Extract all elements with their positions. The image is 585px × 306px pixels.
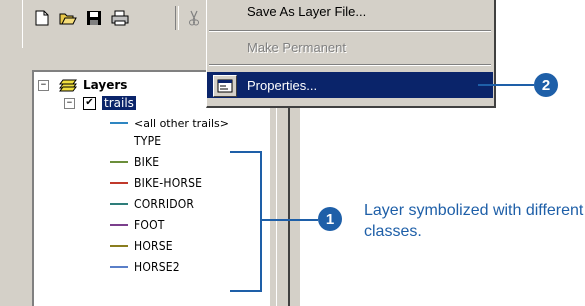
toc-row-class: HORSE [110,237,173,255]
callout-1-bracket-vertical [260,151,262,292]
toc-row-class: FOOT [110,216,165,234]
menu-separator [209,64,491,66]
layer-context-menu: Save As Layer File... Make Permanent Pro… [206,0,496,108]
toolbar-separator [175,6,179,30]
toc-row-field-name: TYPE [134,132,161,150]
callout-2-badge: 2 [534,73,558,97]
toc-row-trails[interactable]: − ✔ trails [64,94,136,112]
menu-item-save-as-layer-file[interactable]: Save As Layer File... [207,0,493,22]
toc-row-default-class: <all other trails> [110,114,229,132]
layers-icon [59,79,77,92]
class-label: FOOT [134,218,165,232]
toc-row-class: BIKE [110,153,159,171]
toc-row-class: BIKE-HORSE [110,174,202,192]
class-swatch [110,224,128,226]
menu-separator [209,30,491,32]
toc-row-class: CORRIDOR [110,195,194,213]
class-swatch [110,182,128,184]
class-swatch [110,266,128,268]
menu-item-properties[interactable]: Properties... [207,72,493,98]
collapse-layers-toggle[interactable]: − [38,79,49,91]
class-label: CORRIDOR [134,197,195,211]
callout-1-bracket-top [230,151,262,153]
default-class-swatch [110,122,128,124]
trails-layer-label[interactable]: trails [102,96,136,110]
save-icon[interactable] [83,6,105,30]
cut-icon[interactable] [183,6,205,30]
class-label: BIKE [134,155,160,169]
callout-1-badge: 1 [318,207,342,231]
callout-1-text: Layer symbolized with different classes. [364,202,584,240]
properties-icon [213,75,237,97]
class-swatch [110,245,128,247]
toc-row-class: HORSE2 [110,258,180,276]
default-class-label: <all other trails> [134,116,230,130]
print-icon[interactable] [109,6,131,30]
class-swatch [110,203,128,205]
open-icon[interactable] [57,6,79,30]
toc-row-layers[interactable]: − Layers [38,76,127,94]
trails-visibility-checkbox[interactable]: ✔ [83,96,96,110]
callout-1-leader [262,219,318,221]
class-label: BIKE-HORSE [134,176,203,190]
callout-2-leader [478,84,534,86]
menu-item-make-permanent[interactable]: Make Permanent [207,36,493,58]
class-swatch [110,161,128,163]
callout-1-bracket-bottom [230,290,262,292]
collapse-trails-toggle[interactable]: − [64,97,75,109]
class-label: HORSE [134,239,173,253]
new-document-icon[interactable] [31,6,53,30]
window-left-frame [0,0,23,306]
class-label: HORSE2 [134,260,180,274]
field-name-label: TYPE [134,134,162,148]
layers-label: Layers [83,78,128,92]
